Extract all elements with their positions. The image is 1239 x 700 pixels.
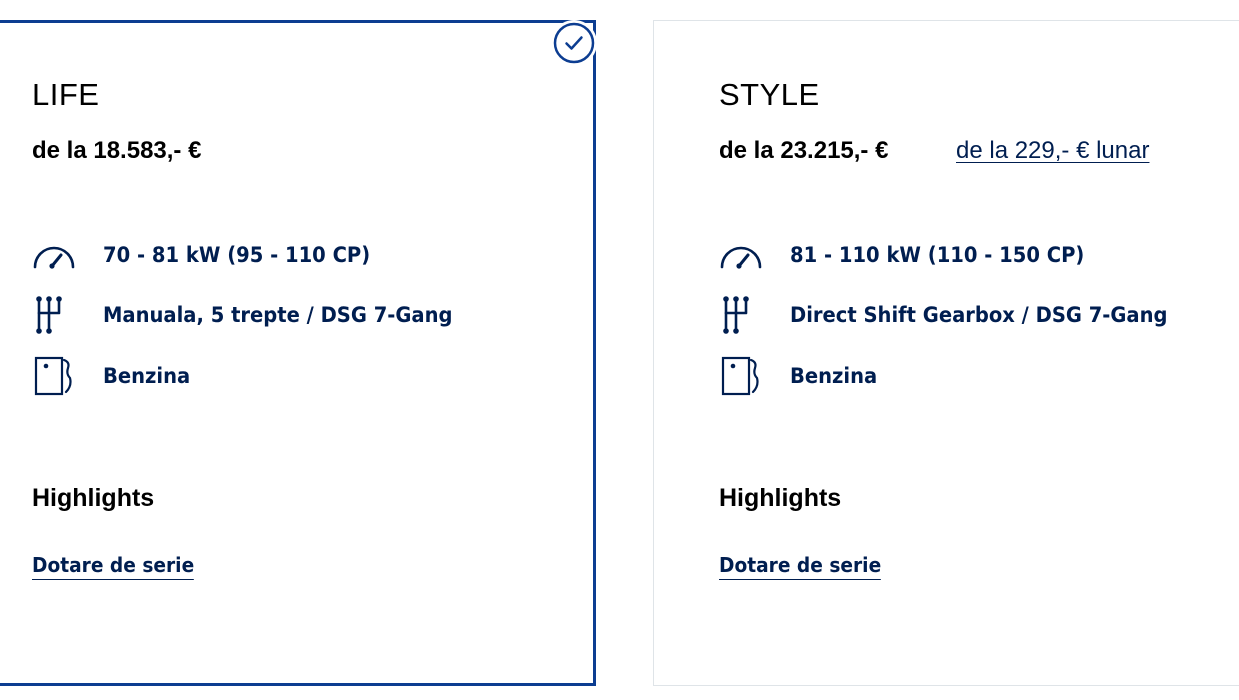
trim-card-life[interactable] <box>0 20 596 686</box>
gear-shift-icon <box>32 295 76 335</box>
standard-equipment-link[interactable]: Dotare de serie <box>719 555 882 580</box>
monthly-rate-link[interactable]: de la 229,- € lunar <box>956 139 1149 163</box>
spec-text: Benzina <box>103 364 191 388</box>
checkmark-circle-icon <box>553 22 595 64</box>
selected-check-badge <box>551 20 597 66</box>
spec-power: 70 - 81 kW (95 - 110 CP) <box>32 235 390 275</box>
spec-transmission: Manuala, 5 trepte / DSG 7-Gang <box>32 295 479 335</box>
gear-shift-icon <box>719 295 763 335</box>
trim-card-style[interactable] <box>653 20 1239 686</box>
spec-text: 70 - 81 kW (95 - 110 CP) <box>103 243 371 267</box>
speedometer-icon <box>719 235 763 275</box>
spec-text: Manuala, 5 trepte / DSG 7-Gang <box>103 303 453 327</box>
spec-transmission: Direct Shift Gearbox / DSG 7-Gang <box>719 295 1196 335</box>
trim-name: LIFE <box>32 77 100 112</box>
spec-text: 81 - 110 kW (110 - 150 CP) <box>790 243 1085 267</box>
spec-fuel: Benzina <box>32 356 197 396</box>
speedometer-icon <box>32 235 76 275</box>
trim-name: STYLE <box>719 77 820 112</box>
trim-price: de la 23.215,- € <box>719 137 889 164</box>
standard-equipment-link[interactable]: Dotare de serie <box>32 555 195 580</box>
trim-selection: LIFE de la 18.583,- € 70 - 81 kW (95 - 1… <box>0 0 1239 700</box>
fuel-pump-icon <box>32 356 76 396</box>
fuel-pump-icon <box>719 356 763 396</box>
spec-text: Benzina <box>790 364 878 388</box>
highlights-heading: Highlights <box>32 484 155 512</box>
spec-power: 81 - 110 kW (110 - 150 CP) <box>719 235 1106 275</box>
spec-fuel: Benzina <box>719 356 884 396</box>
highlights-heading: Highlights <box>719 484 842 512</box>
spec-text: Direct Shift Gearbox / DSG 7-Gang <box>790 303 1168 327</box>
trim-price: de la 18.583,- € <box>32 137 202 164</box>
